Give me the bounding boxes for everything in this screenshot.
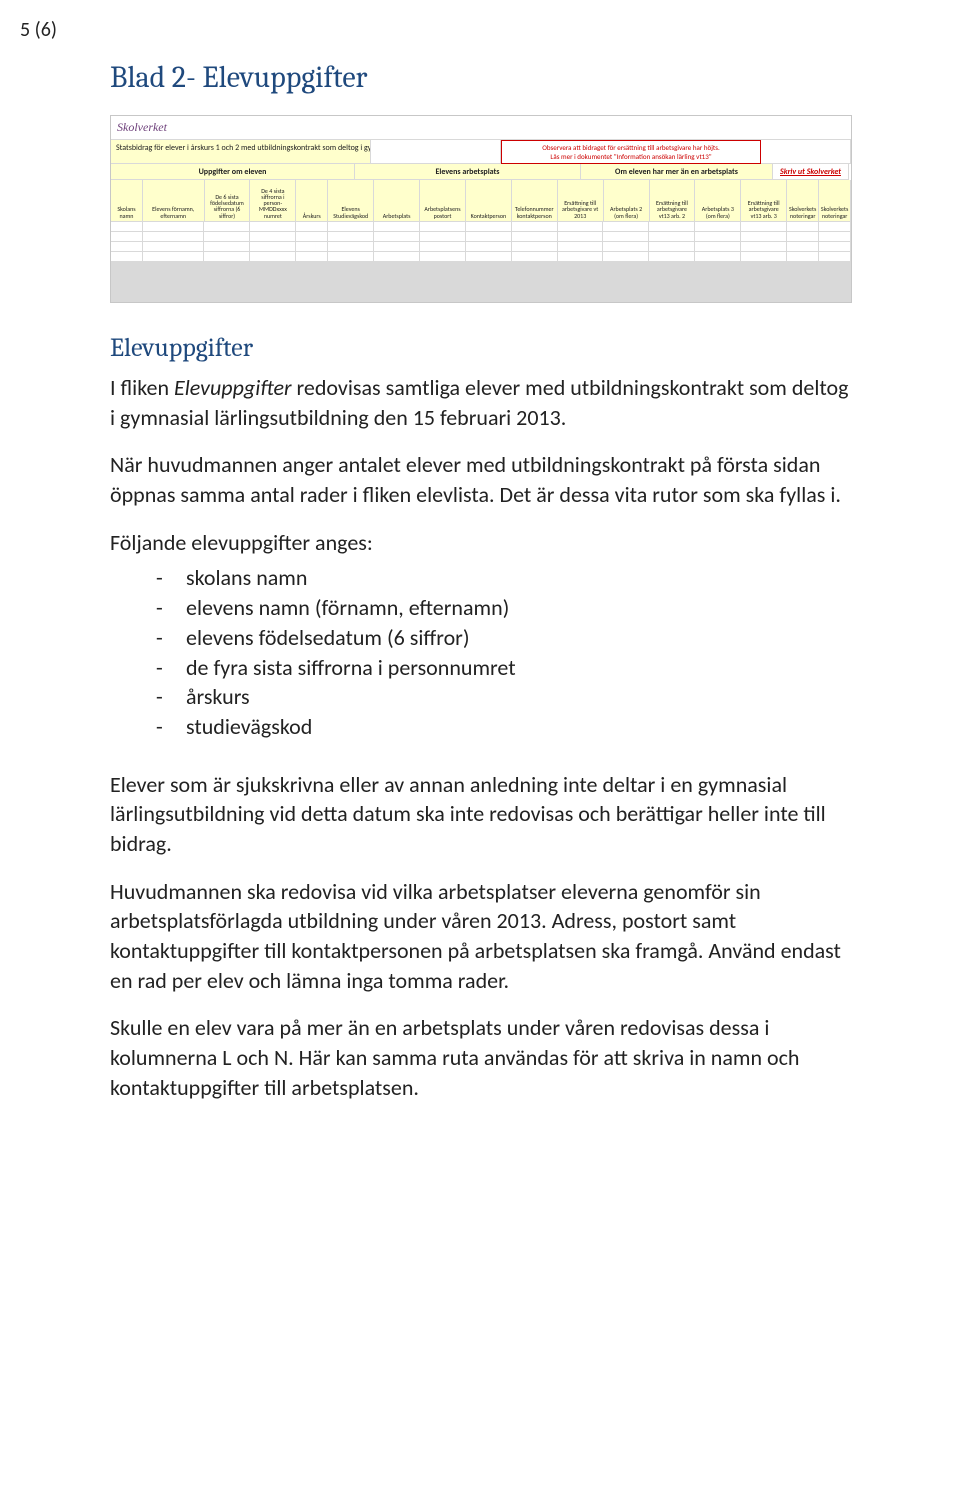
sheet-group-2: Elevens arbetsplats <box>355 164 581 180</box>
col-arbetsplats: Arbetsplats <box>374 180 420 222</box>
spreadsheet-illustration: Skolverket Statsbidrag för elever i årsk… <box>110 115 852 303</box>
col-postort: Arbetsplatsens postort <box>420 180 466 222</box>
sheet-warn1: Observera att bidraget för ersättning ti… <box>542 143 720 152</box>
col-fodelsedatum: De 6 sista födelsedatum siffrorna (6 sif… <box>205 180 251 222</box>
data-row <box>111 262 851 272</box>
paragraph-2: När huvudmannen anger antalet elever med… <box>110 450 850 509</box>
data-row <box>111 282 851 292</box>
col-arskurs: Årskurs <box>296 180 328 222</box>
heading-sub: Elevuppgifter <box>110 333 850 363</box>
col-telefon: Telefonnummer kontaktperson <box>512 180 558 222</box>
list-item: elevens namn (förnamn, efternamn) <box>156 593 850 623</box>
col-noteringar2: Skolverkets noteringar <box>819 180 851 222</box>
page-number: 5 (6) <box>20 18 57 42</box>
data-row <box>111 232 851 242</box>
heading-main: Blad 2- Elevuppgifter <box>110 60 850 95</box>
list-item: skolans namn <box>156 563 850 593</box>
col-skolans-namn: Skolans namn <box>111 180 143 222</box>
data-row <box>111 292 851 302</box>
list-item: elevens födelsedatum (6 siffror) <box>156 623 850 653</box>
sheet-group-1: Uppgifter om eleven <box>111 164 355 180</box>
col-arbetsplats2: Arbetsplats 2 (om flera) <box>604 180 650 222</box>
col-personnummer: De 4 sista siffrorna i person-MMDDxxxx n… <box>250 180 296 222</box>
paragraph-1: I fliken Elevuppgifter redovisas samtlig… <box>110 373 850 432</box>
p1-a: I fliken <box>110 374 174 401</box>
col-kontaktperson: Kontaktperson <box>466 180 512 222</box>
bullet-list: skolans namn elevens namn (förnamn, efte… <box>110 563 850 741</box>
list-item: årskurs <box>156 682 850 712</box>
sheet-gap <box>371 140 501 164</box>
col-ersattning1: Ersättning till arbetsgivare vt 2013 <box>558 180 604 222</box>
data-row <box>111 252 851 262</box>
paragraph-5: Huvudmannen ska redovisa vid vilka arbet… <box>110 877 850 996</box>
col-elevens-namn: Elevens förnamn, efternamn <box>143 180 205 222</box>
col-arbetsplats3: Arbetsplats 3 (om flera) <box>695 180 741 222</box>
col-studievagskod: Elevens Studievägskod <box>328 180 374 222</box>
data-row <box>111 242 851 252</box>
sheet-warn2: Läs mer i dokumentet "Information ansöka… <box>550 152 711 161</box>
paragraph-6: Skulle en elev vara på mer än en arbetsp… <box>110 1013 850 1102</box>
sheet-link: Skriv ut Skolverket <box>773 164 849 180</box>
sheet-gap2 <box>761 140 851 164</box>
sheet-brand: Skolverket <box>111 116 851 140</box>
sheet-warn: Observera att bidraget för ersättning ti… <box>501 140 761 164</box>
data-row <box>111 222 851 232</box>
data-row <box>111 272 851 282</box>
paragraph-4: Elever som är sjukskrivna eller av annan… <box>110 770 850 859</box>
col-noteringar1: Skolverkets noteringar <box>787 180 819 222</box>
sheet-group-3: Om eleven har mer än en arbetsplats <box>581 164 773 180</box>
paragraph-3: Följande elevuppgifter anges: <box>110 528 850 558</box>
sheet-intro: Statsbidrag för elever i årskurs 1 och 2… <box>111 140 371 164</box>
list-item: studievägskod <box>156 712 850 742</box>
col-ersattning2: Ersättning till arbetsgivare vt13 arb. 2 <box>650 180 696 222</box>
p1-italic: Elevuppgifter <box>174 374 292 401</box>
col-ersattning3: Ersättning till arbetsgivare vt13 arb. 3 <box>741 180 787 222</box>
list-item: de fyra sista siffrorna i personnumret <box>156 653 850 683</box>
